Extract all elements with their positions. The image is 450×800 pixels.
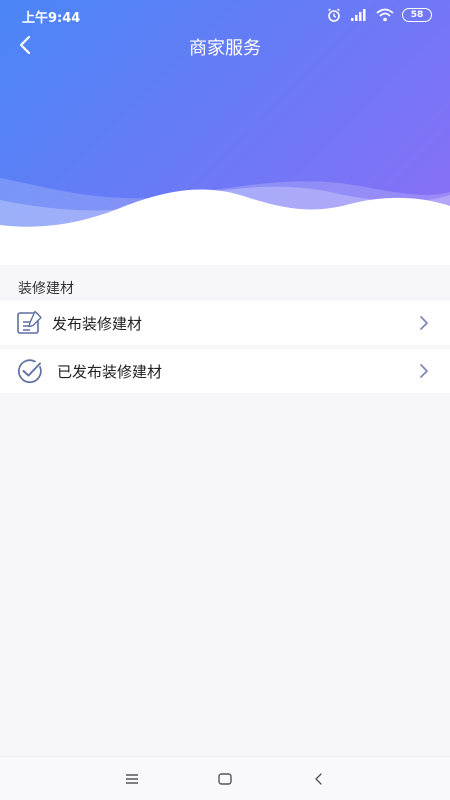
signal-icon (351, 9, 366, 21)
check-circle-icon (18, 359, 42, 384)
menu-item-label: 发布装修建材 (52, 315, 143, 333)
header-banner: 上午9:44 58 商家服务 (0, 0, 450, 265)
battery-icon: 58 (402, 8, 432, 22)
menu-item-label: 已发布装修建材 (57, 363, 163, 381)
page-title: 商家服务 (189, 38, 261, 59)
section-title: 装修建材 (18, 281, 74, 297)
wifi-icon (376, 8, 394, 22)
system-home-button[interactable] (213, 767, 237, 791)
status-icons: 58 (326, 6, 432, 24)
status-bar: 上午9:44 58 (0, 0, 450, 30)
edit-document-icon (17, 310, 42, 334)
publish-materials-item[interactable]: 发布装修建材 (0, 301, 450, 345)
system-nav-bar (0, 756, 450, 800)
chevron-right-icon (420, 364, 428, 378)
menu-icon (126, 774, 138, 784)
back-icon (315, 773, 322, 785)
status-time: 上午9:44 (22, 11, 81, 26)
published-materials-item[interactable]: 已发布装修建材 (0, 349, 450, 393)
system-back-button[interactable] (307, 767, 331, 791)
system-menu-button[interactable] (120, 767, 144, 791)
nav-bar: 商家服务 (0, 30, 450, 60)
chevron-right-icon (420, 316, 428, 330)
alarm-icon (328, 8, 340, 22)
home-icon (218, 773, 232, 785)
